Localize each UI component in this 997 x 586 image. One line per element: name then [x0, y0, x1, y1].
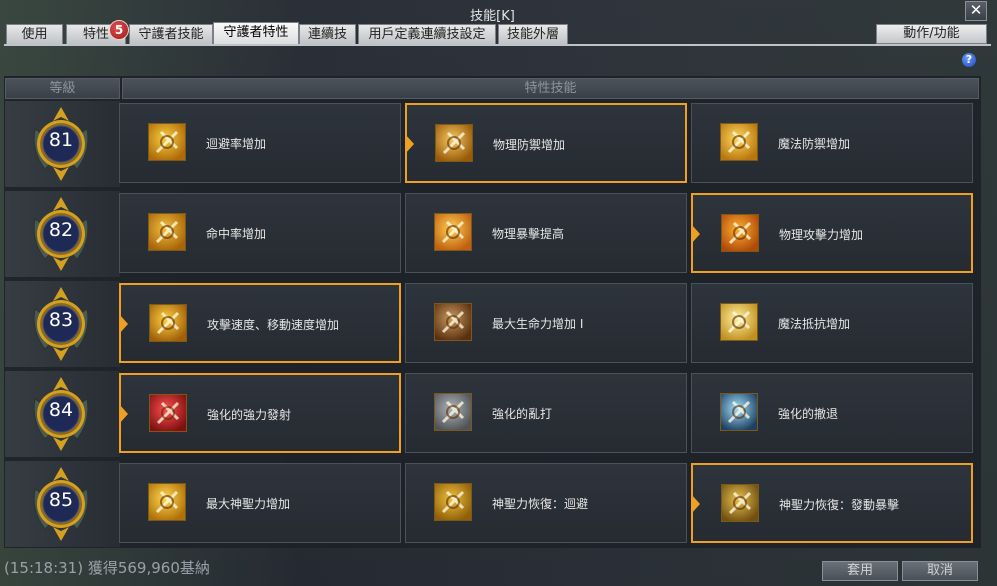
trait-row: 84 強化的強力發射 強化的亂打 強化的撤退 — [5, 371, 980, 457]
selected-arrow-icon — [691, 224, 700, 244]
dodge-icon[interactable] — [148, 123, 186, 161]
trait-skill-label: 物理防禦增加 — [493, 138, 566, 152]
selected-arrow-icon — [691, 494, 700, 514]
trait-skill-label: 神聖力恢復：發動暴擊 — [779, 498, 900, 512]
level-medal-icon: 81 — [31, 107, 91, 181]
tab-guardian-skills[interactable]: 守護者技能 — [129, 24, 213, 44]
trait-skill-label: 神聖力恢復：迴避 — [492, 497, 589, 511]
level-number: 81 — [48, 129, 74, 151]
trait-skill-slot[interactable]: 迴避率增加 — [119, 103, 401, 183]
tab-guardian-traits[interactable]: 守護者特性 — [213, 22, 299, 44]
trait-row: 82 命中率增加 物理暴擊提高 物理攻擊力增加 — [5, 191, 980, 277]
selected-arrow-icon — [119, 314, 128, 334]
max-divine-power-icon[interactable] — [148, 483, 186, 521]
level-medal-icon: 84 — [31, 377, 91, 451]
level-number: 84 — [48, 399, 74, 421]
selected-arrow-icon — [119, 404, 128, 424]
tab-use[interactable]: 使用 — [6, 24, 63, 44]
trait-skill-slot[interactable]: 命中率增加 — [119, 193, 401, 273]
flurry-icon[interactable] — [434, 393, 472, 431]
magic-resist-icon[interactable] — [720, 303, 758, 341]
trait-skill-slot[interactable]: 攻擊速度、移動速度增加 — [119, 283, 401, 363]
window-title: 技能[K] — [470, 9, 515, 24]
trait-skill-label: 強化的撤退 — [778, 407, 839, 421]
trait-skill-slot[interactable]: 魔法抵抗增加 — [691, 283, 973, 363]
trait-skill-label: 最大神聖力增加 — [206, 497, 291, 511]
max-hp-icon[interactable] — [434, 303, 472, 341]
tab-divider — [4, 44, 991, 46]
level-number: 85 — [48, 489, 74, 511]
trait-skill-label: 最大生命力增加 I — [492, 317, 584, 331]
level-medal-icon: 83 — [31, 287, 91, 361]
physical-critical-icon[interactable] — [434, 213, 472, 251]
trait-skill-slot[interactable]: 物理攻擊力增加 — [691, 193, 973, 273]
notification-badge: 5 — [109, 20, 129, 40]
trait-row: 85 最大神聖力增加 神聖力恢復：迴避 神聖力恢復：發動暴擊 — [5, 461, 980, 547]
chat-message: (15:18:31) 獲得569,960基納 — [4, 559, 210, 577]
trait-skill-label: 物理攻擊力增加 — [779, 228, 864, 242]
skill-column-header: 特性技能 — [122, 78, 979, 99]
trait-skill-slot[interactable]: 最大神聖力增加 — [119, 463, 401, 543]
trait-skill-slot[interactable]: 魔法防禦增加 — [691, 103, 973, 183]
tab-combo-skills[interactable]: 連續技 — [299, 24, 356, 44]
speed-icon[interactable] — [149, 304, 187, 342]
divine-recovery-dodge-icon[interactable] — [434, 483, 472, 521]
trait-skill-slot[interactable]: 物理防禦增加 — [405, 103, 687, 183]
level-cell: 85 — [5, 461, 120, 547]
trait-skill-slot[interactable]: 物理暴擊提高 — [405, 193, 687, 273]
level-medal-icon: 85 — [31, 467, 91, 541]
trait-skill-label: 強化的強力發射 — [207, 408, 292, 422]
trait-skill-slot[interactable]: 神聖力恢復：發動暴擊 — [691, 463, 973, 543]
trait-skill-label: 命中率增加 — [206, 227, 267, 241]
trait-skill-slot[interactable]: 強化的亂打 — [405, 373, 687, 453]
trait-skill-slot[interactable]: 神聖力恢復：迴避 — [405, 463, 687, 543]
selected-arrow-icon — [405, 134, 414, 154]
tab-custom-combo-settings[interactable]: 用戶定義連續技設定 — [358, 24, 496, 44]
level-number: 83 — [48, 309, 74, 331]
physical-defense-icon[interactable] — [435, 124, 473, 162]
trait-skill-label: 強化的亂打 — [492, 407, 553, 421]
level-cell: 81 — [5, 101, 120, 187]
level-cell: 84 — [5, 371, 120, 457]
trait-skill-label: 魔法防禦增加 — [778, 137, 851, 151]
help-icon[interactable]: ? — [962, 53, 976, 67]
level-medal-icon: 82 — [31, 197, 91, 271]
trait-skill-label: 迴避率增加 — [206, 137, 267, 151]
level-cell: 83 — [5, 281, 120, 367]
trait-row: 83 攻擊速度、移動速度增加 最大生命力增加 I 魔法抵抗增加 — [5, 281, 980, 367]
trait-row: 81 迴避率增加 物理防禦增加 魔法防禦增加 — [5, 101, 980, 187]
close-button[interactable]: ✕ — [965, 1, 987, 21]
physical-attack-icon[interactable] — [721, 214, 759, 252]
trait-skill-slot[interactable]: 最大生命力增加 I — [405, 283, 687, 363]
cancel-button[interactable]: 取消 — [902, 561, 978, 581]
level-column-header: 等級 — [5, 78, 120, 99]
trait-skill-label: 魔法抵抗增加 — [778, 317, 851, 331]
trait-skill-label: 攻擊速度、移動速度增加 — [207, 318, 340, 332]
magic-defense-icon[interactable] — [720, 123, 758, 161]
skill-window: 技能[K] ✕ 使用 特性 守護者技能 守護者特性 連續技 用戶定義連續技設定 … — [0, 0, 997, 586]
accuracy-icon[interactable] — [148, 213, 186, 251]
trait-skill-slot[interactable]: 強化的撤退 — [691, 373, 973, 453]
action-function-button[interactable]: 動作/功能 — [876, 24, 987, 44]
tab-skill-outer-layer[interactable]: 技能外層 — [498, 24, 568, 44]
trait-skill-slot[interactable]: 強化的強力發射 — [119, 373, 401, 453]
trait-skill-label: 物理暴擊提高 — [492, 227, 565, 241]
title-bar[interactable]: 技能[K] ✕ — [0, 0, 997, 24]
apply-button[interactable]: 套用 — [822, 561, 898, 581]
divine-recovery-critical-icon[interactable] — [721, 484, 759, 522]
level-cell: 82 — [5, 191, 120, 277]
retreat-icon[interactable] — [720, 393, 758, 431]
level-number: 82 — [48, 219, 74, 241]
power-shot-icon[interactable] — [149, 394, 187, 432]
